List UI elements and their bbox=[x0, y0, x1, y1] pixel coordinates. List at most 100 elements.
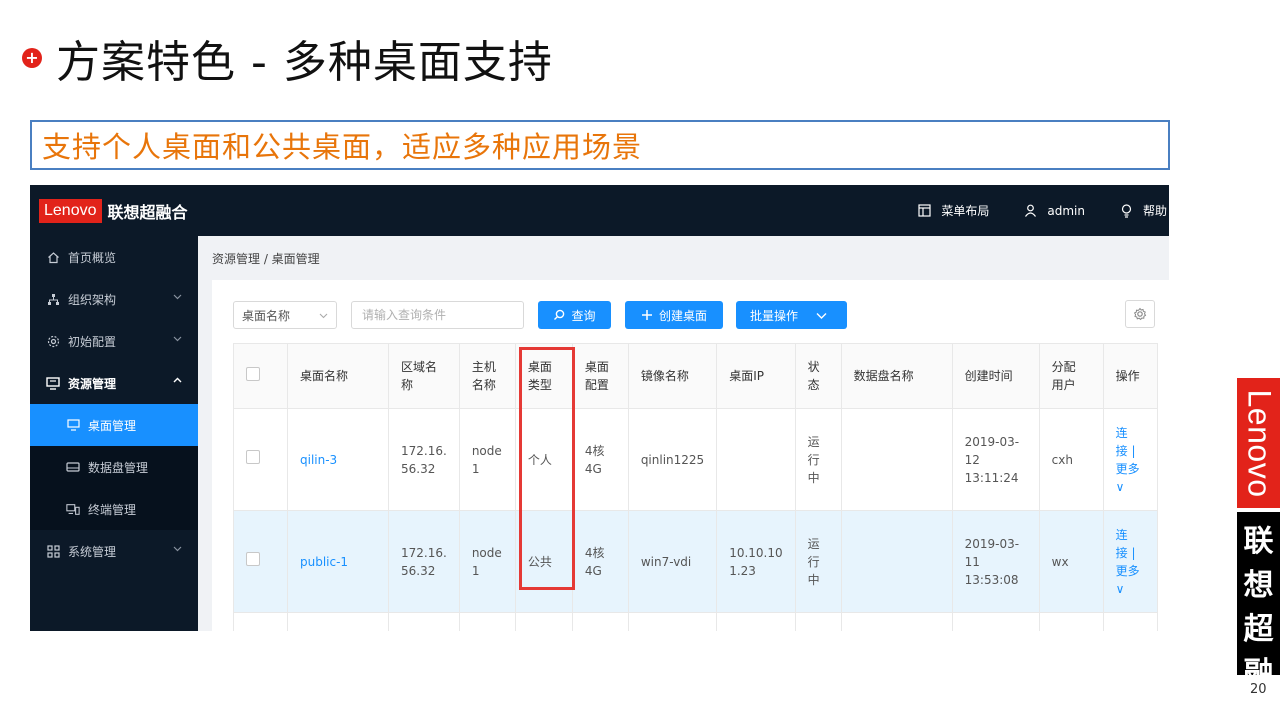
sidebar-item-org[interactable]: 组织架构 bbox=[30, 278, 198, 320]
row-checkbox[interactable] bbox=[246, 552, 260, 566]
chevron-down-icon bbox=[173, 294, 182, 300]
column-header: 镜像名称 bbox=[627, 343, 718, 409]
plus-bullet-icon: + bbox=[22, 48, 42, 68]
desktop-name-cell: public-1 bbox=[287, 510, 389, 613]
user-menu-button[interactable]: admin bbox=[1024, 204, 1085, 218]
sidebar-item-desktop-mgmt[interactable]: 桌面管理 bbox=[30, 404, 198, 446]
help-label: 帮助 bbox=[1142, 204, 1167, 218]
created-time-cell: 2019-03- 11 13:53:08 bbox=[951, 510, 1040, 613]
create-label: 创建桌面 bbox=[658, 308, 707, 323]
column-header: 操作 bbox=[1102, 343, 1158, 409]
user-icon bbox=[1025, 204, 1037, 217]
brand-name-vertical: 联 想 超 融 合 bbox=[1237, 512, 1280, 720]
search-field-select[interactable]: 桌面名称 bbox=[233, 301, 337, 329]
column-header: 桌面 配置 bbox=[571, 343, 629, 409]
brand-char: 想 bbox=[1243, 568, 1274, 603]
column-header: 区域名称 bbox=[388, 343, 460, 409]
sidebar-item-label: 初始配置 bbox=[68, 334, 117, 349]
top-actions: 菜单布局 admin 帮助 bbox=[918, 185, 1169, 236]
subtitle-box: 支持个人桌面和公共桌面，适应多种应用场景 bbox=[30, 120, 1170, 170]
sidebar-item-home[interactable]: 首页概览 bbox=[30, 236, 198, 278]
column-header: 桌面名称 bbox=[287, 343, 389, 409]
monitor-icon bbox=[46, 376, 60, 390]
chevron-down-icon bbox=[173, 546, 182, 552]
app-screenshot: Lenovo 联想超融合 菜单布局 admin 帮助 首页概览 组织架构 初始配… bbox=[30, 185, 1169, 631]
page-number: 20 bbox=[1250, 682, 1267, 697]
chevron-down-icon: ∨ bbox=[1115, 479, 1125, 494]
image-cell: win7-vdi bbox=[627, 510, 718, 613]
connect-link[interactable]: 连接 | bbox=[1116, 526, 1145, 562]
chevron-down-icon bbox=[816, 312, 827, 319]
batch-label: 批量操作 bbox=[750, 308, 799, 323]
menu-layout-button[interactable]: 菜单布局 bbox=[918, 202, 989, 219]
main-content: 资源管理 / 桌面管理 桌面名称 查询 创建桌面 bbox=[198, 236, 1169, 631]
toolbar: 桌面名称 查询 创建桌面 批量操作 bbox=[233, 301, 847, 329]
ip-cell: 10.10.10 1.23 bbox=[716, 510, 796, 613]
chevron-down-icon bbox=[319, 313, 328, 318]
desktop-name-cell: qilin-3 bbox=[287, 408, 389, 511]
layout-icon bbox=[918, 204, 931, 217]
desktop-type-cell: 公共 bbox=[514, 510, 573, 613]
table-row: qilin-3 172.16. 56.32 node 1 个人 4核 4G qinli… bbox=[233, 408, 1158, 511]
table-row: public-1 172.16. 56.32 node 1 公共 4核 4G win7… bbox=[233, 510, 1158, 613]
host-cell: node 1 bbox=[458, 408, 516, 511]
subtitle-text: 支持个人桌面和公共桌面，适应多种应用场景 bbox=[42, 130, 643, 164]
row-checkbox-cell bbox=[233, 510, 288, 613]
brand-char: 联 bbox=[1243, 524, 1274, 559]
user-cell: wx bbox=[1038, 510, 1104, 613]
query-button[interactable]: 查询 bbox=[538, 301, 611, 329]
table-header-row: 桌面名称 区域名称 主机 名称 桌面 类型 桌面 配置 镜像名称 桌面IP 状态 数据… bbox=[233, 343, 1158, 409]
query-label: 查询 bbox=[571, 308, 596, 323]
sidebar-item-disk-mgmt[interactable]: 数据盘管理 bbox=[30, 446, 198, 488]
sidebar-item-label: 组织架构 bbox=[68, 292, 117, 307]
more-dropdown[interactable]: 更多 ∨ bbox=[1116, 460, 1145, 496]
row-checkbox[interactable] bbox=[246, 450, 260, 464]
sidebar-item-resources[interactable]: 资源管理 bbox=[30, 362, 198, 404]
breadcrumb: 资源管理 / 桌面管理 bbox=[198, 236, 1169, 280]
batch-operation-button[interactable]: 批量操作 bbox=[736, 301, 847, 329]
column-header: 主机 名称 bbox=[458, 343, 516, 409]
user-cell: cxh bbox=[1038, 408, 1104, 511]
brand-lenovo-text: Lenovo bbox=[1241, 389, 1278, 497]
slide: + 方案特色 - 多种桌面支持 支持个人桌面和公共桌面，适应多种应用场景 Len… bbox=[0, 0, 1280, 720]
select-all-checkbox[interactable] bbox=[246, 366, 260, 381]
slide-title-row: + 方案特色 - 多种桌面支持 bbox=[22, 30, 553, 88]
slide-title: 方案特色 - 多种桌面支持 bbox=[56, 37, 553, 88]
sidebar-item-system[interactable]: 系统管理 bbox=[30, 530, 198, 572]
sidebar-item-label: 桌面管理 bbox=[88, 418, 137, 433]
sidebar-item-label: 首页概览 bbox=[68, 250, 117, 265]
more-dropdown[interactable]: 更多 ∨ bbox=[1116, 562, 1145, 598]
header-checkbox-cell bbox=[233, 343, 288, 409]
host-cell: node 1 bbox=[458, 510, 516, 613]
search-icon bbox=[554, 309, 565, 320]
status-cell: 运行中 bbox=[794, 408, 842, 511]
desktop-table: 桌面名称 区域名称 主机 名称 桌面 类型 桌面 配置 镜像名称 桌面IP 状态 数据… bbox=[233, 343, 1158, 631]
desktop-name-link[interactable]: qilin-3 bbox=[300, 453, 337, 467]
ip-cell bbox=[716, 408, 796, 511]
column-header: 桌面IP bbox=[716, 343, 796, 409]
org-tree-icon bbox=[46, 292, 60, 306]
desktop-name-link[interactable]: public-1 bbox=[300, 555, 348, 569]
create-desktop-button[interactable]: 创建桌面 bbox=[625, 301, 723, 329]
app-topbar: Lenovo 联想超融合 菜单布局 admin 帮助 bbox=[30, 185, 1169, 236]
chevron-up-icon bbox=[173, 377, 182, 383]
brand-char: 超 bbox=[1243, 612, 1274, 647]
gear-icon bbox=[46, 334, 60, 348]
product-name: 联想超融合 bbox=[107, 202, 188, 222]
sidebar-item-label: 资源管理 bbox=[68, 376, 117, 391]
sidebar-item-label: 终端管理 bbox=[88, 502, 137, 517]
sidebar-item-terminal-mgmt[interactable]: 终端管理 bbox=[30, 488, 198, 530]
table-settings-button[interactable] bbox=[1125, 300, 1155, 328]
column-header: 分配 用户 bbox=[1038, 343, 1104, 409]
region-cell: 172.16. 56.32 bbox=[388, 510, 460, 613]
user-name: admin bbox=[1047, 203, 1085, 218]
help-button[interactable]: 帮助 bbox=[1120, 202, 1167, 219]
status-cell: 运行中 bbox=[794, 510, 842, 613]
sidebar-item-init-config[interactable]: 初始配置 bbox=[30, 320, 198, 362]
table-row-partial bbox=[233, 612, 1158, 631]
column-header: 创建时间 bbox=[951, 343, 1040, 409]
image-cell: qinlin1225 bbox=[627, 408, 718, 511]
region-cell: 172.16. 56.32 bbox=[388, 408, 460, 511]
connect-link[interactable]: 连接 | bbox=[1116, 424, 1145, 460]
search-input[interactable] bbox=[351, 301, 524, 329]
